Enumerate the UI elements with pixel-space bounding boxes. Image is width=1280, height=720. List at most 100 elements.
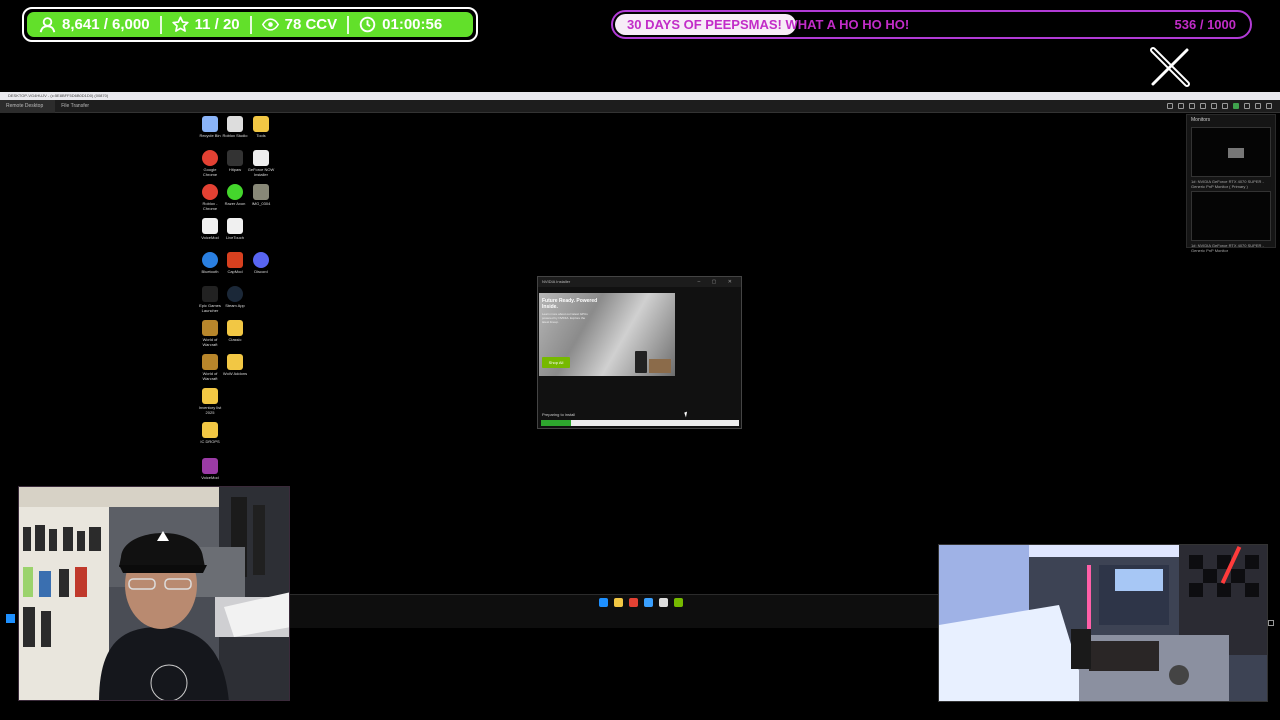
desktop-icon-label: Recycle Bin [199,133,221,138]
monitors-header: Monitors [1191,117,1211,123]
desktop-icon-grid: Recycle Bin Roblox Studio Tools Google Chro… [198,116,280,480]
record-icon[interactable] [1233,103,1239,109]
desktop-icon[interactable]: Inventory list 2025 [198,388,222,415]
folder-icon [202,388,218,404]
desktop-icon[interactable]: LiveTouch [223,218,247,240]
installer-title: NVIDIA Installer [542,279,571,284]
uptime-stat: 01:00:56 [359,16,442,33]
chair-image [649,359,671,373]
desktop-icon[interactable]: Classic [223,320,247,342]
desktop-icon[interactable]: Google Chrome [198,150,222,177]
desktop-icon[interactable]: GeForce NOW Installer [248,150,274,177]
lock-icon[interactable] [1244,103,1250,109]
pen-icon[interactable] [1200,103,1206,109]
file-icon [253,150,269,166]
nvidia-icon[interactable] [674,598,683,607]
followers-stat: 8,641 / 6,000 [39,16,150,33]
desktop-icon-label: LiveTouch [225,235,244,240]
desktop-icon[interactable]: IMG_0304 [249,184,273,206]
desktop-icon[interactable]: Roblox Studio [223,116,247,138]
divider [347,15,350,34]
promo-headline: Future Ready. Powered Inside. [542,298,598,310]
room-camera-feed [938,544,1268,702]
installer-titlebar[interactable]: NVIDIA Installer – ▢ ✕ [538,277,741,287]
user-icon [39,17,56,33]
followers-value: 8,641 / 6,000 [62,16,150,33]
info-icon[interactable] [1167,103,1173,109]
close-icon[interactable] [1266,103,1272,109]
promo-subtext: Learn more about our latest GPUs powered… [542,312,588,324]
terminal-icon[interactable] [659,598,668,607]
account-icon[interactable] [1222,103,1228,109]
steam-icon [227,286,243,302]
chrome-icon [202,184,218,200]
desktop-icon-label: Steam App [225,303,245,308]
x-logo-icon [1150,47,1190,87]
desktop-icon[interactable]: Epic Games Launcher [198,286,222,313]
desktop-icon-label: Inventory list 2025 [198,405,222,415]
webcam-feed [18,486,290,701]
folder-icon [227,354,243,370]
remote-window-title: DESKTOP-VG4HUJV - (c:5E8BFF5D6B0D1D0) (0… [8,93,109,98]
monitor-preview [1228,148,1244,158]
monitor-thumbnail[interactable] [1191,191,1271,241]
monitor-thumbnail[interactable] [1191,127,1271,177]
webcam-image [19,487,289,700]
desktop-icon-label: World of Warcraft [202,337,218,347]
subs-value: 11 / 20 [194,16,240,33]
windows-start-icon[interactable] [599,598,608,607]
app-icon [227,218,243,234]
window-controls[interactable]: – ▢ ✕ [698,277,737,287]
remote-window-titlebar[interactable]: DESKTOP-VG4HUJV - (c:5E8BFF5D6B0D1D0) (0… [0,92,1280,100]
desktop-icon[interactable]: Bluetooth [198,252,222,274]
eye-icon [261,18,279,31]
desktop-icon[interactable]: World of Warcraft [198,320,222,347]
desktop-icon[interactable]: VoiceMod [198,458,222,480]
tab-file-transfer[interactable]: File Transfer [55,100,101,113]
file-icon [202,218,218,234]
divider [249,15,252,34]
desktop-icon-label: World of Warcraft [202,371,218,381]
desktop-icon-label: Razer Axon [224,201,246,206]
chrome-icon[interactable] [629,598,638,607]
desktop-icon[interactable]: Tools [249,116,273,138]
stream-stats-overlay: 8,641 / 6,000 11 / 20 78 CCV 01:00:56 [22,7,478,42]
display-icon[interactable] [1178,103,1184,109]
desktop-icon[interactable]: Razer Axon [223,184,247,206]
desktop-icon[interactable]: Discord [249,252,273,274]
star-icon [171,16,189,32]
desktop-icon[interactable]: World of Warcraft [198,354,222,381]
promo-banner[interactable]: Future Ready. Powered Inside. Learn more… [539,293,675,376]
desktop-icon[interactable]: WoW Addons [223,354,247,376]
remote-taskbar [290,594,938,628]
folder-icon [202,422,218,438]
tab-remote-desktop[interactable]: Remote Desktop [0,99,56,113]
viewers-stat: 78 CCV [261,16,337,33]
epic-icon [202,286,218,302]
desktop-icon[interactable]: Steam App [223,286,247,308]
windows-start-icon[interactable] [6,614,15,623]
desktop-icon-label: Google Chrome [202,167,218,177]
fullscreen-icon[interactable] [1255,103,1261,109]
chat-icon[interactable] [1211,103,1217,109]
desktop-icon[interactable]: IC DROPS [198,422,222,444]
file-explorer-icon[interactable] [614,598,623,607]
expand-icon[interactable] [1268,620,1274,626]
desktop-icon[interactable]: Roblox - Chrome [198,184,222,211]
install-status: Preparing to install [542,412,576,417]
app-icon [227,252,243,268]
desktop-icon-label: Tools [256,133,266,138]
desktop-icon[interactable]: CapMod [223,252,247,274]
keyboard-icon[interactable] [1189,103,1195,109]
desktop-icon[interactable]: Recycle Bin [198,116,222,138]
desktop-icon-label: IC DROPS [200,439,220,444]
desktop-icon[interactable]: Hitpaw [223,150,247,172]
desktop-icon-label: VoiceMod [201,475,219,480]
taskbar-icons [599,598,683,607]
installer-window: NVIDIA Installer – ▢ ✕ Future Ready. Pow… [537,276,742,429]
settings-icon[interactable] [644,598,653,607]
remote-toolbar-actions [1167,103,1272,109]
shop-all-button[interactable]: Shop All [542,357,570,368]
recycle-bin-icon [202,116,218,132]
desktop-icon[interactable]: VoiceMod [198,218,222,240]
